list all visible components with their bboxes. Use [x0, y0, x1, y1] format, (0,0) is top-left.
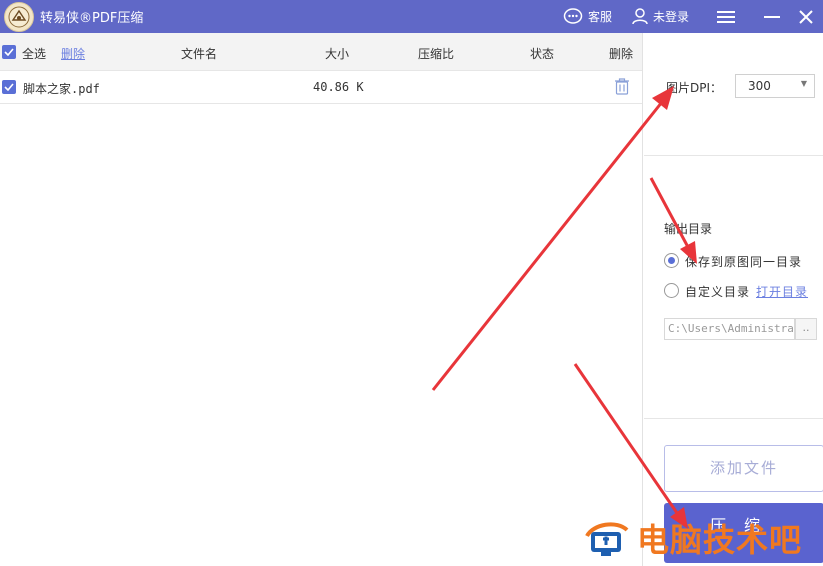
- output-path-field[interactable]: C:\Users\Administrator: [664, 318, 795, 340]
- app-logo: [4, 1, 34, 32]
- table-header: 全选 删除 文件名 大小 压缩比 状态 删除: [0, 33, 642, 71]
- radio-custom-directory[interactable]: [664, 283, 679, 298]
- row-size: 40.86 K: [313, 80, 364, 94]
- radio-same-directory[interactable]: [664, 253, 679, 268]
- column-header-size: 大小: [325, 47, 350, 61]
- dpi-select[interactable]: 300 ▼: [735, 74, 815, 98]
- column-header-delete: 删除: [609, 47, 634, 61]
- app-title: 转易侠®PDF压缩: [40, 11, 144, 26]
- column-header-filename: 文件名: [181, 47, 218, 61]
- check-icon: [4, 83, 14, 91]
- radio-custom-directory-label[interactable]: 自定义目录: [685, 283, 750, 300]
- close-button[interactable]: [789, 0, 823, 33]
- dpi-label: 图片DPI：: [666, 81, 723, 95]
- check-icon: [4, 48, 14, 56]
- select-all-label[interactable]: 全选: [22, 45, 46, 62]
- login-label: 未登录: [652, 10, 689, 24]
- hamburger-icon: [717, 10, 735, 23]
- customer-service-label: 客服: [587, 10, 612, 24]
- title-bar: 转易侠®PDF压缩 客服 未登录: [0, 0, 823, 33]
- chat-icon: [563, 7, 583, 24]
- user-icon: [632, 8, 648, 25]
- watermark-text: 电脑技术吧: [637, 521, 803, 559]
- browse-button[interactable]: ..: [795, 318, 817, 340]
- batch-delete-link[interactable]: 删除: [61, 45, 85, 62]
- login-button[interactable]: 未登录: [632, 8, 689, 25]
- menu-button[interactable]: [709, 0, 743, 33]
- row-checkbox[interactable]: [2, 80, 16, 94]
- output-dir-title: 输出目录: [664, 222, 713, 236]
- divider: [644, 155, 823, 156]
- computer-logo-icon: [585, 522, 629, 556]
- file-list-panel: 全选 删除 文件名 大小 压缩比 状态 删除 脚本之家.pdf 40.86 K: [0, 33, 643, 566]
- customer-service-button[interactable]: 客服: [563, 7, 612, 26]
- radio-same-directory-label[interactable]: 保存到原图同一目录: [685, 253, 802, 270]
- column-header-ratio: 压缩比: [418, 47, 455, 61]
- select-all-checkbox[interactable]: [2, 45, 16, 59]
- close-icon: [799, 9, 813, 24]
- settings-panel: 图片DPI： 300 ▼ 输出目录 保存到原图同一目录 自定义目录 打开目录 C…: [644, 33, 823, 566]
- minimize-icon: [764, 15, 780, 18]
- trash-icon[interactable]: [614, 78, 630, 98]
- row-filename: 脚本之家.pdf: [23, 82, 100, 96]
- minimize-button[interactable]: [755, 0, 789, 33]
- divider: [644, 418, 823, 419]
- open-directory-link[interactable]: 打开目录: [756, 283, 808, 300]
- chevron-down-icon: ▼: [800, 79, 807, 88]
- column-header-status: 状态: [530, 47, 555, 61]
- table-row[interactable]: 脚本之家.pdf 40.86 K: [0, 71, 642, 104]
- add-file-button[interactable]: 添加文件: [664, 445, 823, 492]
- watermark: 电脑技术吧: [583, 515, 802, 561]
- dpi-value: 300: [748, 79, 771, 93]
